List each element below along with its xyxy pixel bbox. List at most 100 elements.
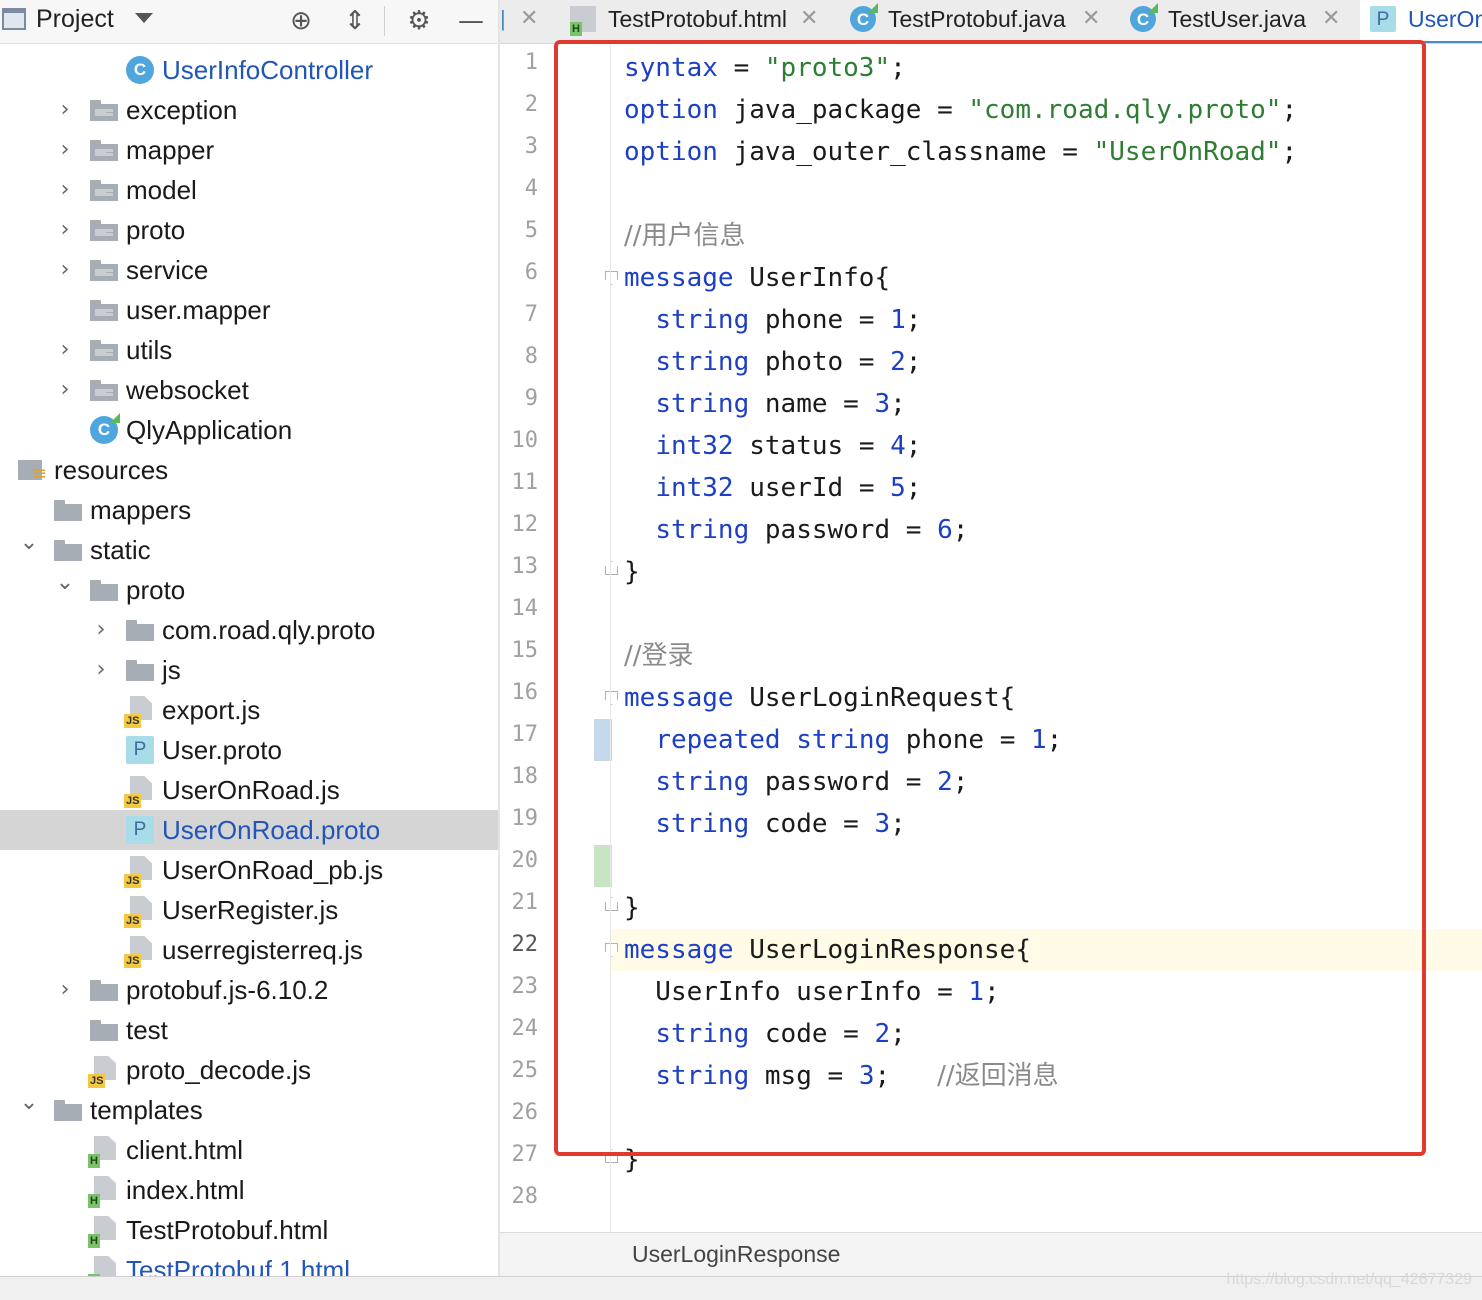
code-line[interactable]: string photo = 2; xyxy=(624,341,921,383)
fold-toggle-icon[interactable] xyxy=(605,691,618,705)
editor-tab[interactable]: P UserOn xyxy=(1360,0,1482,43)
code-line[interactable]: message UserInfo{ xyxy=(624,257,890,299)
code-line[interactable]: string phone = 1; xyxy=(624,299,921,341)
locate-icon[interactable]: ⊕ xyxy=(284,4,318,38)
tree-item[interactable]: user.mapper xyxy=(0,290,498,330)
code-line[interactable]: string code = 2; xyxy=(624,1013,905,1055)
chevron-down-icon[interactable] xyxy=(135,13,153,23)
code-editor[interactable]: 1 2 3 4 5 6 7 8 9 10 11 12 13 14 15 16 17 18 19 20 21 22 23 24 2… xyxy=(500,45,1482,1232)
editor-tab[interactable]: H TestProtobuf.html ✕ xyxy=(560,0,830,43)
code-line[interactable]: option java_package = "com.road.qly.prot… xyxy=(624,89,1297,131)
code-line[interactable]: //用户信息 xyxy=(624,215,746,257)
editor-tab[interactable]: C TestUser.java ✕ xyxy=(1120,0,1352,43)
tree-item[interactable]: › mapper xyxy=(0,130,498,170)
tree-item[interactable]: › proto xyxy=(0,210,498,250)
gear-icon[interactable]: ⚙ xyxy=(402,4,436,38)
gutter-row[interactable]: 20 xyxy=(500,845,612,887)
chevron-right-icon[interactable]: › xyxy=(54,177,76,203)
code-line[interactable]: string code = 3; xyxy=(624,803,905,845)
tree-item[interactable]: resources xyxy=(0,450,498,490)
gutter-row[interactable]: 9 xyxy=(500,383,610,425)
tree-item[interactable]: P User.proto xyxy=(0,730,498,770)
tree-item[interactable]: JS proto_decode.js xyxy=(0,1050,498,1090)
gutter-row[interactable]: 28 xyxy=(500,1181,610,1223)
gutter-row[interactable]: 12 xyxy=(500,509,610,551)
code-line[interactable]: //登录 xyxy=(624,635,694,677)
chevron-right-icon[interactable]: › xyxy=(54,257,76,283)
close-icon[interactable]: ✕ xyxy=(520,6,538,31)
chevron-down-icon[interactable]: ⌄ xyxy=(18,1090,40,1116)
chevron-right-icon[interactable]: › xyxy=(54,337,76,363)
tree-item[interactable]: C QlyApplication xyxy=(0,410,498,450)
gutter-row[interactable]: 5 xyxy=(500,215,610,257)
chevron-right-icon[interactable]: › xyxy=(90,617,112,643)
code-line[interactable]: } xyxy=(624,551,640,593)
gutter-row[interactable]: 6 xyxy=(500,257,618,299)
gutter-row[interactable]: 15 xyxy=(500,635,610,677)
tree-item[interactable]: › protobuf.js-6.10.2 xyxy=(0,970,498,1010)
minimize-icon[interactable]: — xyxy=(454,4,488,38)
fold-toggle-icon[interactable] xyxy=(605,897,618,911)
code-line[interactable]: UserInfo userInfo = 1; xyxy=(624,971,999,1013)
tree-item[interactable]: H TestProtobuf 1.html xyxy=(0,1250,498,1276)
editor-tab[interactable]: C TestProtobuf.java ✕ xyxy=(840,0,1112,43)
tree-item[interactable]: Hclient.html xyxy=(0,1130,498,1170)
chevron-right-icon[interactable]: › xyxy=(54,977,76,1003)
gutter-row[interactable]: 13 xyxy=(500,551,618,593)
tree-item[interactable]: mappers xyxy=(0,490,498,530)
gutter-row[interactable]: 3 xyxy=(500,131,610,173)
breadcrumb-item[interactable]: UserLoginResponse xyxy=(632,1241,840,1268)
chevron-right-icon[interactable]: › xyxy=(54,217,76,243)
chevron-down-icon[interactable]: ⌄ xyxy=(18,530,40,556)
tree-item[interactable]: ⌄ proto xyxy=(0,570,498,610)
gutter-row[interactable]: 26 xyxy=(500,1097,610,1139)
gutter-row[interactable]: 18 xyxy=(500,761,610,803)
project-view-selector[interactable]: Project xyxy=(36,5,114,34)
code-line[interactable]: message UserLoginRequest{ xyxy=(624,677,1015,719)
code-line[interactable]: string password = 2; xyxy=(624,761,968,803)
tree-item[interactable]: JS userregisterreq.js xyxy=(0,930,498,970)
tree-item[interactable]: JS UserOnRoad.js xyxy=(0,770,498,810)
chevron-right-icon[interactable]: › xyxy=(54,97,76,123)
tree-item[interactable]: › exception xyxy=(0,90,498,130)
collapse-all-icon[interactable]: ⇕ xyxy=(338,4,372,38)
code-line[interactable]: string msg = 3; //返回消息 xyxy=(624,1055,1058,1097)
tree-item[interactable]: ⌄ static xyxy=(0,530,498,570)
gutter-row[interactable]: 22 xyxy=(500,929,618,971)
tree-item[interactable]: test xyxy=(0,1010,498,1050)
code-line[interactable]: syntax = "proto3"; xyxy=(624,47,906,89)
code-line[interactable]: string name = 3; xyxy=(624,383,905,425)
code-line[interactable]: option java_outer_classname = "UserOnRoa… xyxy=(624,131,1297,173)
tree-item[interactable]: › websocket xyxy=(0,370,498,410)
gutter-row[interactable]: 19 xyxy=(500,803,610,845)
tree-item[interactable]: › com.road.qly.proto xyxy=(0,610,498,650)
tree-item[interactable]: H TestProtobuf.html xyxy=(0,1210,498,1250)
code-line[interactable]: int32 status = 4; xyxy=(624,425,921,467)
tree-item[interactable]: ⌄ templates xyxy=(0,1090,498,1130)
gutter-row[interactable]: 4 xyxy=(500,173,610,215)
chevron-right-icon[interactable]: › xyxy=(90,657,112,683)
chevron-right-icon[interactable]: › xyxy=(54,137,76,163)
gutter-row[interactable]: 17 xyxy=(500,719,612,761)
fold-toggle-icon[interactable] xyxy=(605,1149,618,1163)
gutter-row[interactable]: 8 xyxy=(500,341,610,383)
gutter-row[interactable]: 23 xyxy=(500,971,610,1013)
tree-item[interactable]: › service xyxy=(0,250,498,290)
tree-item[interactable]: › model xyxy=(0,170,498,210)
tree-item[interactable]: JS export.js xyxy=(0,690,498,730)
code-line[interactable]: repeated string phone = 1; xyxy=(624,719,1062,761)
gutter-row[interactable]: 24 xyxy=(500,1013,610,1055)
chevron-right-icon[interactable]: › xyxy=(54,377,76,403)
close-icon[interactable]: ✕ xyxy=(1322,6,1340,31)
code-line[interactable]: message UserLoginResponse{ xyxy=(624,929,1031,971)
gutter-row[interactable]: 25 xyxy=(500,1055,610,1097)
tree-item[interactable]: Hindex.html xyxy=(0,1170,498,1210)
gutter-row[interactable]: 10 xyxy=(500,425,610,467)
close-icon[interactable]: ✕ xyxy=(800,6,818,31)
gutter-row[interactable]: 2 xyxy=(500,89,610,131)
gutter-row[interactable]: 11 xyxy=(500,467,610,509)
code-line[interactable]: } xyxy=(624,1139,640,1181)
gutter-row[interactable]: 21 xyxy=(500,887,618,929)
gutter-row[interactable]: 27 xyxy=(500,1139,618,1181)
chevron-down-icon[interactable]: ⌄ xyxy=(54,570,76,596)
